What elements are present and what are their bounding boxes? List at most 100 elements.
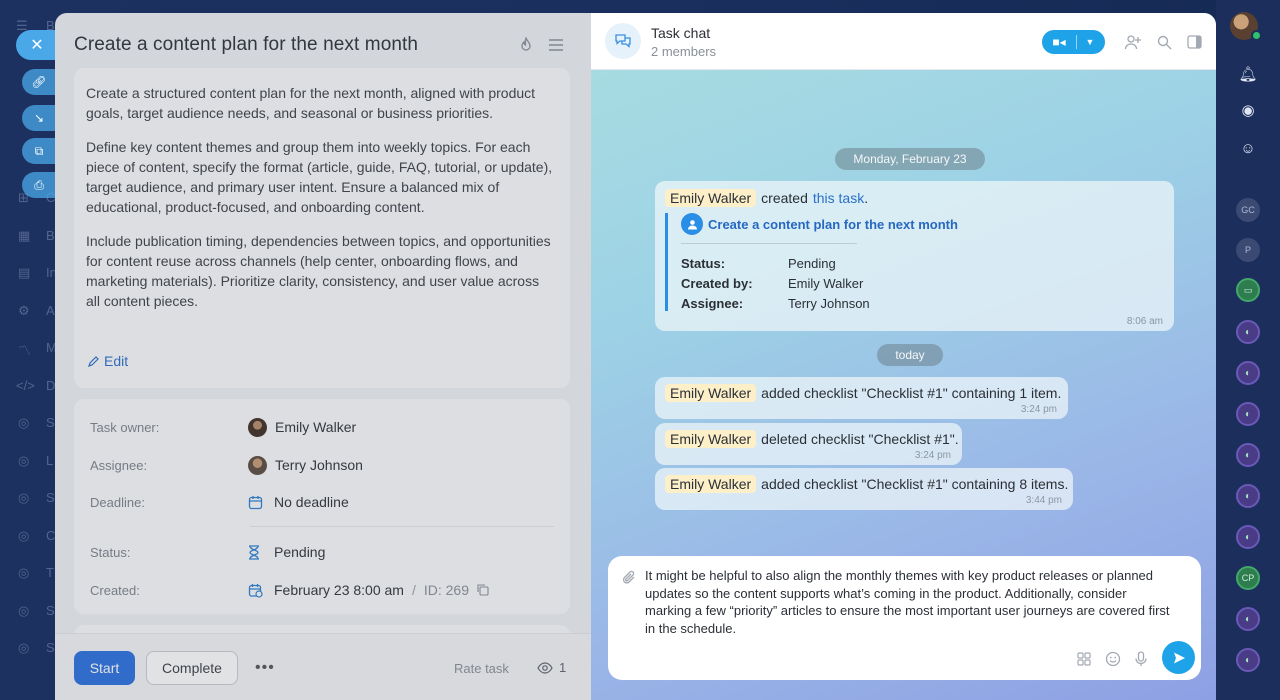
microphone-icon[interactable] [1132, 650, 1150, 668]
rail-avatar-gc[interactable]: GC [1236, 198, 1260, 222]
chat-title: Task chat [651, 25, 711, 41]
copilot-icon[interactable]: ◉ [1236, 98, 1260, 122]
rail-avatar-p[interactable]: P [1236, 238, 1260, 262]
views-count: 1 [559, 660, 567, 675]
rail-chat-icon[interactable]: ◐ [1236, 320, 1260, 344]
date-separator: today [877, 344, 943, 366]
views-counter: 1 [537, 660, 566, 675]
calendar-icon: ▦ [18, 228, 31, 243]
complete-button[interactable]: Complete [146, 651, 238, 685]
external-link-icon: ⧉ [34, 143, 44, 158]
send-button[interactable] [1162, 641, 1195, 674]
add-member-icon[interactable] [1123, 32, 1143, 52]
sidebar-toggle-icon[interactable] [1184, 32, 1204, 52]
created-row: Created: February 23 8:00 am / ID: 269 [90, 580, 554, 600]
paperclip-icon[interactable] [622, 570, 636, 585]
task-owner-row: Task owner: Emily Walker [90, 417, 554, 437]
rail-avatar-cp[interactable]: CP [1236, 566, 1260, 590]
author-mention[interactable]: Emily Walker [665, 189, 757, 207]
quote-status-label: Status: [681, 255, 726, 271]
user-icon [681, 213, 703, 235]
message-composer[interactable]: It might be helpful to also align the mo… [608, 556, 1201, 680]
quote-title: Create a content plan for the next month [681, 213, 965, 235]
description-paragraph: Include publication timing, dependencies… [86, 233, 551, 309]
owner-label: Task owner: [90, 419, 160, 435]
circle-icon: ◎ [18, 565, 30, 580]
message-timestamp: 3:24 pm [1020, 404, 1057, 415]
print-button[interactable]: ⎙ [22, 172, 56, 198]
rail-id-card-icon[interactable]: ▭ [1236, 278, 1260, 302]
task-link[interactable]: this task [813, 190, 864, 206]
id-separator: / [411, 582, 416, 598]
emoji-icon[interactable] [1104, 650, 1122, 668]
deadline-text: No deadline [274, 494, 349, 510]
flame-icon[interactable] [517, 36, 535, 54]
task-description-card: Create a structured content plan for the… [74, 68, 570, 388]
hourglass-icon [248, 544, 266, 560]
apps-grid-icon[interactable] [1075, 650, 1093, 668]
chat-members-count[interactable]: 2 members [651, 44, 716, 59]
chat-bubbles-icon [614, 33, 632, 49]
system-message-task-created: Emily Walker created this task . Create … [655, 181, 1174, 331]
system-message: Emily Walker deleted checklist "Checklis… [655, 423, 962, 465]
rail-chat-icon[interactable]: ◐ [1236, 443, 1260, 467]
chart-icon: 〽 [18, 343, 32, 358]
author-mention[interactable]: Emily Walker [665, 430, 757, 448]
assignee-value[interactable]: Terry Johnson [248, 455, 363, 475]
message-text: added checklist "Checklist #1" containin… [761, 385, 1062, 401]
menu-icon[interactable] [547, 36, 565, 54]
deadline-value[interactable]: No deadline [248, 494, 349, 510]
search-icon[interactable] [1154, 32, 1174, 52]
author-mention[interactable]: Emily Walker [665, 475, 757, 493]
support-icon[interactable]: ☺ [1236, 136, 1260, 160]
message-text: deleted checklist "Checklist #1". [761, 431, 959, 447]
circle-icon: ◎ [18, 490, 30, 505]
copy-icon[interactable] [477, 584, 489, 596]
edit-description-link[interactable]: Edit [87, 353, 128, 369]
chevron-down-icon[interactable]: ▼ [1077, 37, 1103, 47]
more-actions-button[interactable]: ••• [255, 659, 275, 677]
system-message: Emily Walker added checklist "Checklist … [655, 377, 1068, 419]
send-icon [1172, 651, 1186, 665]
task-title: Create a content plan for the next month [74, 34, 419, 55]
message-timestamp: 3:44 pm [1025, 495, 1062, 506]
open-new-window-button[interactable]: ⧉ [22, 138, 56, 164]
video-call-button[interactable]: ■◂ ▼ [1042, 30, 1105, 54]
copy-link-button[interactable]: 🔗︎ [22, 69, 56, 95]
calendar-icon [248, 495, 266, 510]
edit-label: Edit [104, 353, 129, 369]
circle-icon: ◎ [18, 640, 30, 655]
owner-value[interactable]: Emily Walker [248, 417, 356, 437]
deadline-label: Deadline: [90, 494, 145, 510]
divider [250, 526, 554, 527]
status-label: Status: [90, 544, 131, 560]
message-timestamp: 8:06 am [1126, 316, 1163, 327]
deadline-row: Deadline: No deadline [90, 492, 554, 512]
rail-chat-icon[interactable]: ◐ [1236, 648, 1260, 672]
calendar-clock-icon [248, 583, 266, 598]
task-footer: Start Complete ••• Rate task 1 [55, 633, 591, 700]
message-line: Emily Walker added checklist "Checklist … [665, 384, 1061, 402]
rail-chat-icon[interactable]: ◐ [1236, 607, 1260, 631]
rail-chat-icon[interactable]: ◐ [1236, 402, 1260, 426]
message-text: . [864, 190, 869, 206]
close-slider-button[interactable]: ✕ [16, 30, 58, 60]
message-text: created [761, 190, 808, 206]
chat-avatar[interactable] [605, 23, 641, 59]
gear-icon: ⚙ [18, 303, 30, 318]
rate-task-button[interactable]: Rate task [454, 661, 509, 676]
assignee-name: Terry Johnson [275, 457, 363, 473]
rail-chat-icon[interactable]: ◐ [1236, 361, 1260, 385]
description-paragraph: Define key content themes and group them… [86, 139, 553, 215]
date-separator: Monday, February 23 [835, 148, 985, 170]
bell-icon[interactable]: 🔔︎ [1236, 62, 1260, 86]
message-input[interactable]: It might be helpful to also align the mo… [645, 567, 1170, 637]
author-mention[interactable]: Emily Walker [665, 384, 757, 402]
start-button[interactable]: Start [74, 651, 135, 685]
task-quote-card[interactable]: Create a content plan for the next month… [665, 213, 965, 311]
rail-chat-icon[interactable]: ◐ [1236, 484, 1260, 508]
rail-chat-icon[interactable]: ◐ [1236, 525, 1260, 549]
circle-icon: ◎ [18, 415, 30, 430]
close-icon: ✕ [30, 37, 44, 54]
minimize-button[interactable]: ↘ [22, 105, 56, 131]
